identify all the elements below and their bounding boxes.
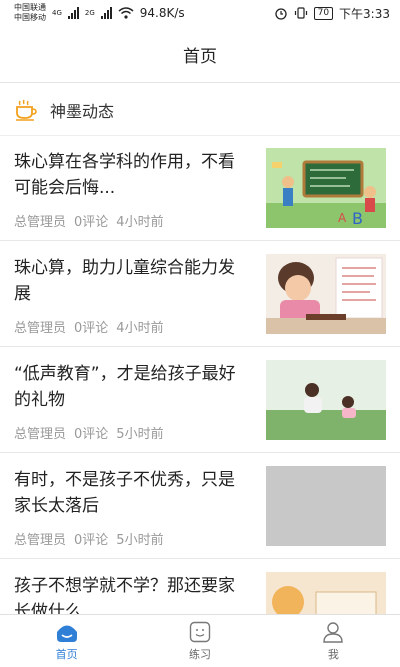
page-title: 首页	[183, 46, 217, 67]
wifi-icon	[118, 7, 134, 19]
user-icon	[323, 621, 344, 643]
signal-icon-2	[100, 7, 112, 19]
article-title: 珠心算在各学科的作用，不看可能会后悔...	[14, 152, 235, 198]
network-type-2: 2G	[84, 9, 95, 17]
article-list[interactable]: 珠心算在各学科的作用，不看可能会后悔... 总管理员 0评论 4小时前 B A	[0, 135, 400, 615]
tab-label: 我	[327, 647, 339, 661]
article-thumbnail	[266, 254, 386, 334]
section-title: 神墨动态	[50, 102, 115, 121]
article-author: 总管理员	[14, 533, 67, 548]
section-header: 神墨动态	[0, 85, 400, 136]
article-title: “低声教育”，才是给孩子最好的礼物	[14, 364, 236, 410]
tab-label: 首页	[55, 647, 78, 661]
article-title: 有时，不是孩子不优秀，只是家长太落后	[14, 470, 235, 516]
carrier-names: 中国联通 中国移动	[14, 3, 46, 23]
home-icon	[56, 625, 77, 642]
article-title: 珠心算，助力儿童综合能力发展	[14, 258, 235, 304]
app-header: 首页	[0, 26, 400, 83]
article-thumbnail-placeholder	[266, 466, 386, 546]
svg-text:B: B	[352, 209, 363, 228]
article-item[interactable]: 珠心算在各学科的作用，不看可能会后悔... 总管理员 0评论 4小时前 B A	[0, 135, 400, 241]
article-time: 5小时前	[116, 427, 164, 442]
status-bar: 中国联通 中国移动 4G 2G 94.8K/s 70 下午3:33	[0, 0, 400, 26]
article-item[interactable]: 珠心算，助力儿童综合能力发展 总管理员 0评论 4小时前	[0, 241, 400, 347]
article-time: 4小时前	[116, 321, 164, 336]
article-comments: 0评论	[74, 427, 109, 442]
tab-home[interactable]: 首页	[0, 615, 133, 667]
clock: 下午3:33	[339, 6, 390, 21]
article-comments: 0评论	[74, 215, 109, 230]
network-speed: 94.8K/s	[139, 6, 185, 20]
smile-face-icon	[189, 621, 211, 642]
article-thumbnail: B A	[266, 148, 386, 228]
article-thumbnail	[266, 360, 386, 440]
battery-level: 70	[313, 6, 334, 20]
article-item[interactable]: “低声教育”，才是给孩子最好的礼物 总管理员 0评论 5小时前	[0, 347, 400, 453]
signal-icon	[67, 7, 79, 19]
article-comments: 0评论	[74, 533, 109, 548]
article-author: 总管理员	[14, 215, 67, 230]
svg-text:A: A	[338, 211, 347, 225]
carrier-1: 中国联通	[14, 3, 46, 12]
article-thumbnail	[266, 572, 386, 615]
article-time: 5小时前	[116, 533, 164, 548]
status-left: 中国联通 中国移动 4G 2G 94.8K/s	[14, 3, 185, 23]
article-time: 4小时前	[116, 215, 164, 230]
article-item[interactable]: 孩子不想学就不学？那还要家长做什么	[0, 559, 400, 615]
alarm-icon	[274, 8, 287, 20]
cup-icon	[16, 99, 37, 121]
article-author: 总管理员	[14, 427, 67, 442]
article-item[interactable]: 有时，不是孩子不优秀，只是家长太落后 总管理员 0评论 5小时前	[0, 453, 400, 559]
tab-practice[interactable]: 练习	[133, 615, 266, 667]
article-author: 总管理员	[14, 321, 67, 336]
network-type-1: 4G	[52, 9, 62, 17]
tab-me[interactable]: 我	[267, 615, 400, 667]
tab-label: 练习	[188, 647, 211, 661]
bottom-tab-bar: 首页 练习 我	[0, 614, 400, 667]
vibrate-icon	[294, 7, 307, 19]
status-right: 70 下午3:33	[274, 5, 390, 22]
article-title: 孩子不想学就不学？那还要家长做什么	[14, 576, 235, 615]
carrier-2: 中国移动	[14, 13, 46, 22]
article-comments: 0评论	[74, 321, 109, 336]
